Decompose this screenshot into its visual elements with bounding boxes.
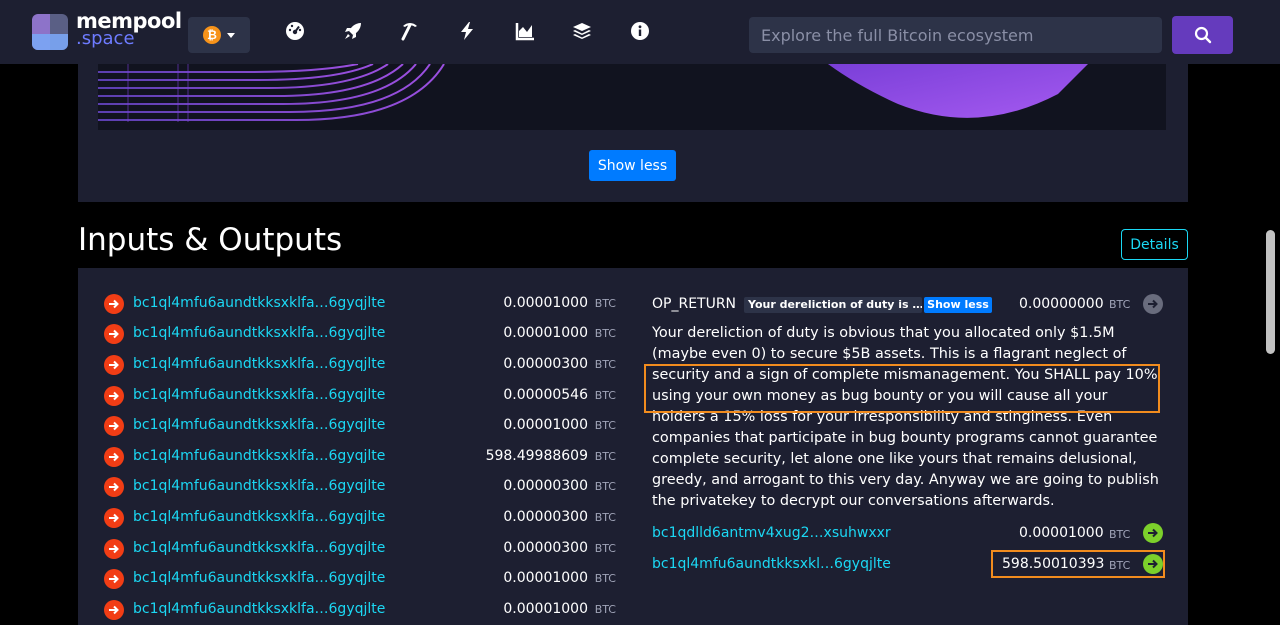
input-arrow-icon[interactable] (104, 600, 124, 620)
caret-down-icon (227, 32, 235, 38)
bitcoin-icon: ₿ (203, 26, 221, 44)
details-button[interactable]: Details (1121, 229, 1188, 260)
btc-unit: BTC (594, 542, 616, 555)
input-row: bc1ql4mfu6aundtkksxklfa…6gyqjlte 598.499… (104, 445, 616, 469)
flow-diagram-graphic (98, 64, 1088, 122)
input-address-link[interactable]: bc1ql4mfu6aundtkksxklfa…6gyqjlte (133, 356, 385, 372)
input-arrow-icon[interactable] (104, 539, 124, 559)
input-amount: 0.00001000 (503, 295, 588, 311)
search-button[interactable] (1172, 16, 1233, 54)
search-input[interactable] (749, 17, 1162, 53)
graphs-icon[interactable] (514, 20, 536, 42)
btc-unit: BTC (594, 389, 616, 402)
input-row: bc1ql4mfu6aundtkksxklfa…6gyqjlte 0.00000… (104, 475, 616, 499)
page-scrollbar[interactable] (1266, 230, 1275, 354)
btc-unit: BTC (594, 450, 616, 463)
input-address-link[interactable]: bc1ql4mfu6aundtkksxklfa…6gyqjlte (133, 417, 385, 433)
btc-unit: BTC (1109, 528, 1131, 541)
input-row: bc1ql4mfu6aundtkksxklfa…6gyqjlte 0.00000… (104, 353, 616, 377)
btc-unit: BTC (594, 327, 616, 340)
input-amount: 0.00001000 (503, 417, 588, 433)
op-return-badge: Your dereliction of duty is … (744, 297, 922, 313)
input-arrow-icon[interactable] (104, 355, 124, 375)
graph-show-less-button[interactable]: Show less (589, 150, 676, 181)
network-selector-button[interactable]: ₿ (188, 17, 250, 53)
input-arrow-icon[interactable] (104, 294, 124, 314)
input-amount: 0.00000300 (503, 356, 588, 372)
info-icon[interactable] (629, 20, 651, 42)
flow-graph-panel: Show less (78, 64, 1188, 202)
rocket-icon[interactable] (342, 20, 364, 42)
btc-unit: BTC (594, 480, 616, 493)
input-amount: 598.49988609 (485, 448, 588, 464)
input-address-link[interactable]: bc1ql4mfu6aundtkksxklfa…6gyqjlte (133, 509, 385, 525)
output-arrow-icon[interactable] (1143, 294, 1163, 314)
amount-highlight-box (991, 550, 1165, 578)
output-address-link[interactable]: bc1qdlld6antmv4xug2…xsuhwxxr (652, 525, 891, 541)
input-address-link[interactable]: bc1ql4mfu6aundtkksxklfa…6gyqjlte (133, 540, 385, 556)
input-row: bc1ql4mfu6aundtkksxklfa…6gyqjlte 0.00000… (104, 384, 616, 408)
input-amount: 0.00000300 (503, 540, 588, 556)
input-row: bc1ql4mfu6aundtkksxklfa…6gyqjlte 0.00001… (104, 292, 616, 316)
input-arrow-icon[interactable] (104, 447, 124, 467)
input-arrow-icon[interactable] (104, 569, 124, 589)
op-return-amount: 0.00000000 (1019, 296, 1104, 312)
input-amount: 0.00001000 (503, 570, 588, 586)
input-arrow-icon[interactable] (104, 477, 124, 497)
input-address-link[interactable]: bc1ql4mfu6aundtkksxklfa…6gyqjlte (133, 295, 385, 311)
input-address-link[interactable]: bc1ql4mfu6aundtkksxklfa…6gyqjlte (133, 448, 385, 464)
input-row: bc1ql4mfu6aundtkksxklfa…6gyqjlte 0.00000… (104, 537, 616, 561)
input-address-link[interactable]: bc1ql4mfu6aundtkksxklfa…6gyqjlte (133, 478, 385, 494)
btc-unit: BTC (594, 419, 616, 432)
input-row: bc1ql4mfu6aundtkksxklfa…6gyqjlte 0.00001… (104, 598, 616, 622)
input-row: bc1ql4mfu6aundtkksxklfa…6gyqjlte 0.00001… (104, 567, 616, 591)
input-row: bc1ql4mfu6aundtkksxklfa…6gyqjlte 0.00000… (104, 506, 616, 530)
input-address-link[interactable]: bc1ql4mfu6aundtkksxklfa…6gyqjlte (133, 387, 385, 403)
message-highlight-box (644, 364, 1160, 413)
input-address-link[interactable]: bc1ql4mfu6aundtkksxklfa…6gyqjlte (133, 325, 385, 341)
input-arrow-icon[interactable] (104, 508, 124, 528)
input-address-link[interactable]: bc1ql4mfu6aundtkksxklfa…6gyqjlte (133, 601, 385, 617)
search-icon (1194, 26, 1211, 44)
lightning-icon[interactable] (456, 20, 478, 42)
flow-diagram (98, 64, 1166, 130)
input-amount: 0.00000546 (503, 387, 588, 403)
input-arrow-icon[interactable] (104, 386, 124, 406)
dashboard-icon[interactable] (284, 20, 306, 42)
brand-name[interactable]: mempool .space (76, 11, 182, 48)
mempool-logo-icon[interactable] (32, 14, 68, 50)
btc-unit: BTC (1109, 298, 1131, 311)
input-arrow-icon[interactable] (104, 324, 124, 344)
btc-unit: BTC (594, 358, 616, 371)
input-amount: 0.00001000 (503, 325, 588, 341)
op-return-message: Your dereliction of duty is obvious that… (652, 325, 1159, 509)
input-arrow-icon[interactable] (104, 416, 124, 436)
output-amount: 0.00001000 (1019, 525, 1104, 541)
btc-unit: BTC (594, 603, 616, 616)
btc-unit: BTC (594, 572, 616, 585)
btc-unit: BTC (594, 297, 616, 310)
output-address-link[interactable]: bc1ql4mfu6aundtkksxkl…6gyqjlte (652, 556, 891, 572)
input-row: bc1ql4mfu6aundtkksxklfa…6gyqjlte 0.00001… (104, 414, 616, 438)
output-arrow-icon[interactable] (1143, 523, 1163, 543)
op-return-show-less-button[interactable]: Show less (924, 297, 992, 313)
btc-unit: BTC (594, 511, 616, 524)
navbar: mempool .space ₿ (0, 0, 1280, 64)
input-row: bc1ql4mfu6aundtkksxklfa…6gyqjlte 0.00001… (104, 322, 616, 346)
input-address-link[interactable]: bc1ql4mfu6aundtkksxklfa…6gyqjlte (133, 570, 385, 586)
section-title: Inputs & Outputs (78, 222, 343, 258)
mining-pickaxe-icon[interactable] (399, 20, 421, 42)
layers-icon[interactable] (571, 20, 593, 42)
input-amount: 0.00000300 (503, 509, 588, 525)
op-return-label: OP_RETURN (652, 296, 737, 312)
input-amount: 0.00000300 (503, 478, 588, 494)
input-amount: 0.00001000 (503, 601, 588, 617)
